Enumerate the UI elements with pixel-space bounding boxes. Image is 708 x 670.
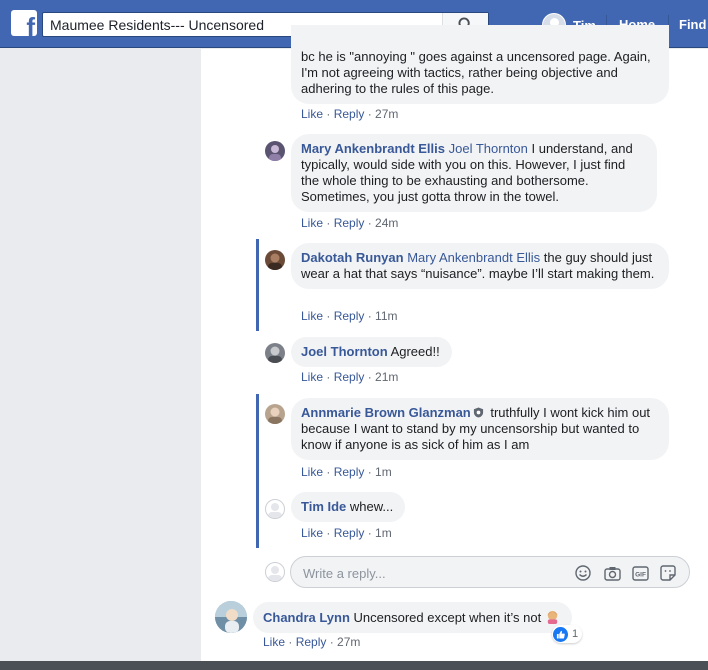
- comment-text: whew...: [346, 499, 394, 514]
- reply-link[interactable]: Reply: [334, 107, 365, 121]
- reply-link[interactable]: Reply: [334, 526, 365, 540]
- like-link[interactable]: Like: [301, 309, 323, 323]
- smiley-icon[interactable]: [574, 564, 592, 582]
- like-reaction-icon: [553, 626, 568, 642]
- admin-badge-icon: [473, 407, 483, 418]
- comment-bubble: Mary Ankenbrandt Ellis Joel Thornton I u…: [291, 134, 657, 212]
- find-friends-link[interactable]: Find: [679, 17, 706, 32]
- svg-text:GIF: GIF: [635, 571, 646, 578]
- separator: ·: [364, 107, 376, 121]
- comment-actions: Like · Reply · 27m: [301, 107, 398, 121]
- reply-link[interactable]: Reply: [334, 465, 365, 479]
- separator: ·: [323, 216, 334, 230]
- comment-author[interactable]: Chandra Lynn: [263, 610, 350, 625]
- comment-author[interactable]: Mary Ankenbrandt Ellis: [301, 141, 445, 156]
- camera-icon[interactable]: [603, 564, 621, 582]
- reaction-count-badge[interactable]: 1: [552, 625, 583, 643]
- reply-link[interactable]: Reply: [296, 635, 327, 649]
- comment-actions: Like · Reply · 21m: [301, 370, 398, 384]
- comment-bubble: Tim Ide whew...: [291, 492, 406, 522]
- comment-time[interactable]: 11m: [375, 309, 397, 323]
- current-user-avatar: [265, 562, 285, 582]
- separator: ·: [364, 216, 376, 230]
- reply-link[interactable]: Reply: [334, 216, 365, 230]
- reply-composer: GIF: [290, 556, 690, 588]
- avatar[interactable]: [265, 499, 285, 519]
- reply-input[interactable]: [303, 563, 563, 583]
- separator: ·: [323, 107, 334, 121]
- reaction-count: 1: [572, 628, 579, 640]
- comment-text: Agreed!!: [387, 344, 440, 359]
- separator: ·: [364, 370, 376, 384]
- comment-actions: Like · Reply · 27m: [263, 635, 360, 649]
- like-link[interactable]: Like: [301, 370, 323, 384]
- bottom-dock-strip: [0, 661, 708, 670]
- separator: ·: [364, 465, 376, 479]
- comment-time[interactable]: 1m: [375, 526, 392, 540]
- comment-actions: Like · Reply · 1m: [301, 465, 392, 479]
- mentioned-user[interactable]: Mary Ankenbrandt Ellis: [407, 250, 540, 265]
- comment-actions: Like · Reply · 1m: [301, 526, 392, 540]
- comment-bubble: bc he is "annoying " goes against a unce…: [291, 25, 669, 104]
- like-link[interactable]: Like: [301, 107, 323, 121]
- thread-line: [256, 239, 259, 331]
- comment-author[interactable]: Joel Thornton: [301, 344, 388, 359]
- separator: ·: [323, 526, 334, 540]
- sticker-icon[interactable]: [659, 564, 677, 582]
- like-link[interactable]: Like: [301, 216, 323, 230]
- comment-time[interactable]: 27m: [337, 635, 360, 649]
- thread-line: [256, 394, 259, 548]
- reply-link[interactable]: Reply: [334, 309, 365, 323]
- separator: ·: [364, 309, 376, 323]
- avatar[interactable]: [215, 601, 247, 633]
- separator: ·: [364, 526, 376, 540]
- avatar[interactable]: [265, 343, 285, 363]
- person-facepalm-emoji-icon: [547, 610, 558, 624]
- comment-time[interactable]: 24m: [375, 216, 398, 230]
- comment-text: Uncensored except when it’s not: [349, 610, 545, 625]
- comment-author[interactable]: Annmarie Brown Glanzman: [301, 405, 471, 420]
- separator: ·: [323, 309, 334, 323]
- comment-actions: Like · Reply · 11m: [301, 309, 398, 323]
- comment-bubble: Annmarie Brown Glanzman truthfully I won…: [291, 398, 669, 460]
- facebook-logo-icon[interactable]: f: [11, 10, 37, 36]
- comment-author[interactable]: Tim Ide: [301, 499, 346, 514]
- separator: ·: [285, 635, 296, 649]
- comment-bubble: Chandra Lynn Uncensored except when it’s…: [253, 602, 572, 633]
- like-link[interactable]: Like: [301, 465, 323, 479]
- comment-time[interactable]: 21m: [375, 370, 398, 384]
- comment-text: bc he is "annoying " goes against a unce…: [301, 49, 651, 96]
- comment-time[interactable]: 27m: [375, 107, 398, 121]
- avatar[interactable]: [265, 404, 285, 424]
- avatar[interactable]: [265, 141, 285, 161]
- comment-time[interactable]: 1m: [375, 465, 392, 479]
- separator: ·: [323, 370, 334, 384]
- reply-link[interactable]: Reply: [334, 370, 365, 384]
- like-link[interactable]: Like: [263, 635, 285, 649]
- comment-bubble: Dakotah Runyan Mary Ankenbrandt Ellis th…: [291, 243, 669, 289]
- mentioned-user[interactable]: Joel Thornton: [449, 141, 528, 156]
- separator: ·: [326, 635, 338, 649]
- comment-bubble: Joel Thornton Agreed!!: [291, 337, 452, 367]
- comment-author[interactable]: Dakotah Runyan: [301, 250, 404, 265]
- avatar[interactable]: [265, 250, 285, 270]
- like-link[interactable]: Like: [301, 526, 323, 540]
- gif-icon[interactable]: GIF: [631, 564, 649, 582]
- comment-actions: Like · Reply · 24m: [301, 216, 398, 230]
- separator: ·: [323, 465, 334, 479]
